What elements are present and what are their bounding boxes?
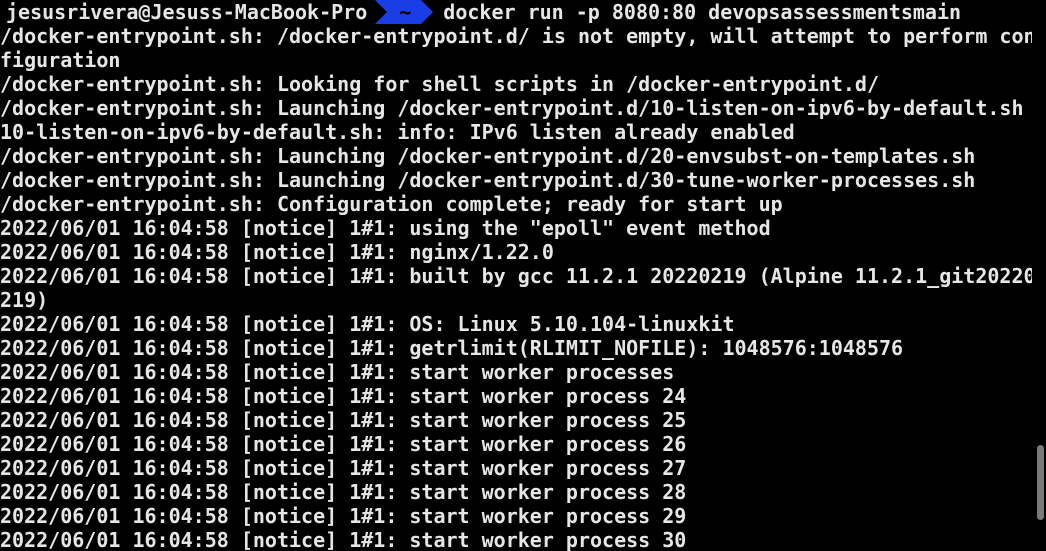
prompt-command: docker run -p 8080:80 devopsassessmentsm…	[443, 0, 962, 24]
terminal-output: jesusrivera@Jesuss-MacBook-Pro ~ docker …	[0, 0, 1032, 551]
prompt-path: ~	[375, 0, 434, 24]
prompt-line: jesusrivera@Jesuss-MacBook-Pro ~ docker …	[0, 0, 1032, 24]
output-line: 2022/06/01 16:04:58 [notice] 1#1: start …	[0, 504, 687, 528]
output-line: /docker-entrypoint.sh: Launching /docker…	[0, 96, 1024, 120]
output-line: 10-listen-on-ipv6-by-default.sh: info: I…	[0, 120, 795, 144]
output-line: 2022/06/01 16:04:58 [notice] 1#1: getrli…	[0, 336, 904, 360]
output-line: 2022/06/01 16:04:58 [notice] 1#1: start …	[0, 360, 675, 384]
output-line: 2022/06/01 16:04:58 [notice] 1#1: start …	[0, 480, 687, 504]
output-line: /docker-entrypoint.sh: Launching /docker…	[0, 168, 976, 192]
output-line: 2022/06/01 16:04:58 [notice] 1#1: using …	[0, 216, 771, 240]
output-line: /docker-entrypoint.sh: Launching /docker…	[0, 144, 976, 168]
output-line: 2022/06/01 16:04:58 [notice] 1#1: start …	[0, 408, 687, 432]
output-line: 2022/06/01 16:04:58 [notice] 1#1: built …	[0, 264, 1032, 288]
output-line: /docker-entrypoint.sh: Configuration com…	[0, 192, 783, 216]
output-line: figuration	[0, 48, 121, 72]
terminal-window[interactable]: jesusrivera@Jesuss-MacBook-Pro ~ docker …	[0, 0, 1046, 551]
vertical-scrollbar[interactable]	[1034, 0, 1046, 551]
output-line: 2022/06/01 16:04:58 [notice] 1#1: nginx/…	[0, 240, 554, 264]
output-line: 2022/06/01 16:04:58 [notice] 1#1: start …	[0, 384, 687, 408]
output-line: 2022/06/01 16:04:58 [notice] 1#1: start …	[0, 432, 687, 456]
prompt-user-host: jesusrivera@Jesuss-MacBook-Pro	[0, 0, 378, 24]
output-line: 2022/06/01 16:04:58 [notice] 1#1: OS: Li…	[0, 312, 735, 336]
output-line: 219)	[0, 288, 49, 312]
output-line: 2022/06/01 16:04:58 [notice] 1#1: start …	[0, 456, 687, 480]
scrollbar-thumb[interactable]	[1037, 445, 1044, 520]
output-line: /docker-entrypoint.sh: /docker-entrypoin…	[0, 24, 1032, 48]
output-line: 2022/06/01 16:04:58 [notice] 1#1: start …	[0, 528, 687, 551]
output-line: /docker-entrypoint.sh: Looking for shell…	[0, 72, 879, 96]
